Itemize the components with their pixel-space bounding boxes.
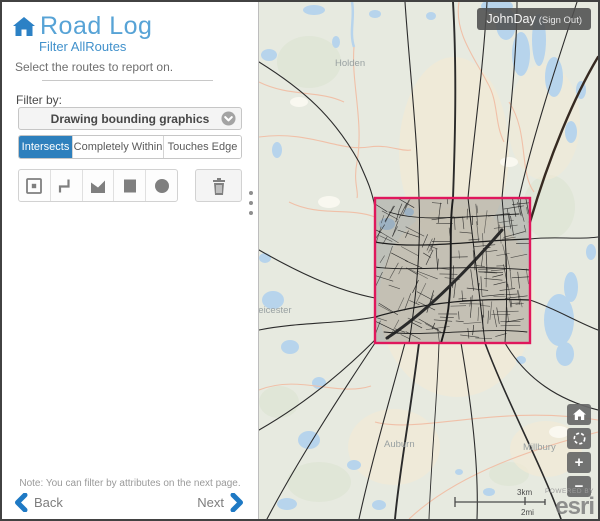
place-label-leicester: Leicester — [259, 305, 292, 316]
circle-tool-icon — [152, 176, 172, 196]
road-log-window: Road Log Filter AllRoutes Select the rou… — [0, 0, 600, 521]
mode-touches-edge-button[interactable]: Touches Edge — [164, 136, 241, 158]
draw-tools-group — [18, 169, 178, 202]
scale-bar — [455, 497, 545, 507]
back-label: Back — [34, 495, 63, 510]
draw-polygon-button[interactable] — [83, 170, 115, 201]
ellipsis-dot — [249, 201, 253, 205]
next-label: Next — [197, 495, 224, 510]
ellipsis-dot — [249, 191, 253, 195]
username-label: JohnDay — [486, 12, 535, 26]
spatial-mode-group: Intersects Completely Within Touches Edg… — [18, 135, 242, 159]
place-label-millbury: Millbury — [523, 442, 556, 453]
draw-circle-button[interactable] — [146, 170, 177, 201]
dropdown-selected-value: Drawing bounding graphics — [51, 112, 210, 126]
filter-type-dropdown[interactable]: Drawing bounding graphics — [18, 107, 242, 130]
user-signout-button[interactable]: JohnDay (Sign Out) — [477, 8, 591, 30]
chevron-down-icon — [221, 111, 236, 126]
divider-line — [42, 80, 213, 81]
home-icon — [12, 16, 36, 38]
next-button[interactable]: Next — [197, 493, 244, 512]
chevron-right-icon — [230, 493, 244, 512]
filter-allroutes-link[interactable]: Filter AllRoutes — [39, 39, 126, 54]
back-button[interactable]: Back — [14, 493, 63, 512]
chevron-left-icon — [14, 493, 28, 512]
esri-brand-label: esri — [545, 495, 594, 519]
locate-icon — [572, 431, 587, 446]
esri-attribution: POWERED BY esri — [545, 489, 594, 520]
signout-label: (Sign Out) — [539, 15, 582, 26]
ellipsis-dot — [249, 211, 253, 215]
footer-note: Note: You can filter by attributes on th… — [2, 478, 258, 489]
polygon-tool-icon — [88, 176, 108, 196]
draw-polyline-button[interactable] — [51, 170, 83, 201]
mode-intersects-button[interactable]: Intersects — [19, 136, 73, 158]
map-controls: + − — [567, 404, 591, 497]
scale-km-label: 3km — [517, 488, 532, 497]
point-tool-icon — [24, 176, 44, 196]
place-label-holden: Holden — [335, 58, 365, 69]
instruction-text: Select the routes to report on. — [15, 60, 173, 74]
city-streets-group — [368, 194, 533, 349]
clear-graphics-button[interactable] — [195, 169, 242, 202]
map-canvas[interactable]: Holden Leicester Auburn Millbury 3km 2mi… — [259, 2, 598, 519]
zoom-in-button[interactable]: + — [567, 452, 591, 473]
filter-by-label: Filter by: — [16, 93, 62, 107]
draw-rectangle-button[interactable] — [114, 170, 146, 201]
map-home-icon — [573, 409, 586, 421]
basemap-svg: Holden Leicester Auburn Millbury 3km 2mi — [259, 2, 598, 519]
app-header: Road Log — [12, 12, 152, 41]
polyline-tool-icon — [56, 176, 76, 196]
draw-point-button[interactable] — [19, 170, 51, 201]
trash-icon — [209, 175, 229, 197]
page-title: Road Log — [40, 12, 152, 41]
mode-completely-within-button[interactable]: Completely Within — [73, 136, 164, 158]
locate-button[interactable] — [567, 428, 591, 449]
panel-collapse-handle[interactable] — [249, 191, 253, 215]
place-label-auburn: Auburn — [384, 439, 415, 450]
scale-mi-label: 2mi — [521, 508, 534, 517]
rectangle-tool-icon — [120, 176, 140, 196]
map-home-button[interactable] — [567, 404, 591, 425]
sidebar-panel: Road Log Filter AllRoutes Select the rou… — [2, 2, 259, 519]
